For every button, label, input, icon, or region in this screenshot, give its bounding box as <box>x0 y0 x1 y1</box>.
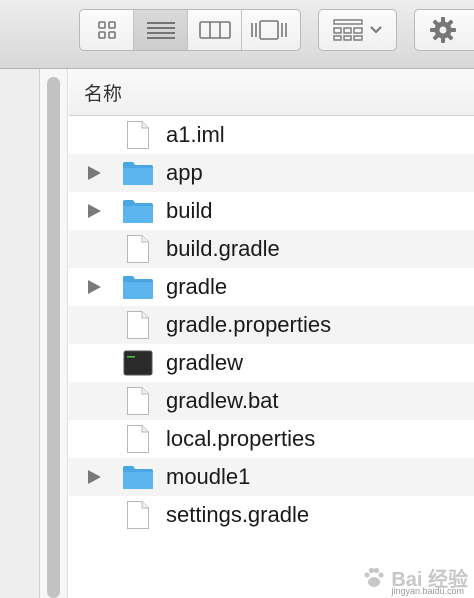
file-name: build <box>166 198 213 223</box>
grid-icon <box>97 21 116 39</box>
file-row[interactable]: moudle1 <box>69 458 474 496</box>
icon-view-button[interactable] <box>80 10 134 50</box>
file-name: settings.gradle <box>166 502 310 527</box>
file-row[interactable]: gradlew <box>69 344 474 382</box>
folder-icon <box>122 195 154 227</box>
list-view-button[interactable] <box>134 10 188 50</box>
coverflow-view-button[interactable] <box>242 10 296 50</box>
file-name: app <box>166 160 203 185</box>
column-header-label: 名称 <box>84 83 123 105</box>
file-row[interactable]: a1.iml <box>69 116 474 154</box>
document-icon <box>122 119 154 151</box>
document-icon <box>122 385 154 417</box>
chevron-down-icon <box>369 26 382 34</box>
folder-icon <box>122 271 154 303</box>
file-name: local.properties <box>166 426 316 451</box>
gear-icon <box>430 17 456 43</box>
column-header-name[interactable]: 名称 <box>69 69 474 116</box>
file-name: moudle1 <box>166 464 251 489</box>
file-name: gradle <box>166 274 228 299</box>
file-name: a1.iml <box>166 122 225 147</box>
action-button[interactable] <box>414 9 474 51</box>
file-name: gradlew <box>166 350 244 375</box>
sidebar-scrollbar[interactable] <box>40 69 68 598</box>
column-view-button[interactable] <box>188 10 242 50</box>
file-rows: a1.iml app build build.gradle gradle gradle.p… <box>69 116 474 534</box>
sidebar <box>0 69 40 598</box>
finder-window: 名称 a1.iml app build build.gradle gradle gradl… <box>0 0 474 598</box>
disclosure-triangle-icon[interactable] <box>88 166 101 180</box>
folder-icon <box>122 461 154 493</box>
folder-icon <box>122 157 154 189</box>
file-row[interactable]: settings.gradle <box>69 496 474 534</box>
file-row[interactable]: gradle <box>69 268 474 306</box>
disclosure-triangle-icon[interactable] <box>88 204 101 218</box>
document-icon <box>122 233 154 265</box>
view-mode-segmented-control <box>79 9 301 51</box>
file-name: build.gradle <box>166 236 280 261</box>
document-icon <box>122 309 154 341</box>
file-row[interactable]: local.properties <box>69 420 474 458</box>
toolbar <box>0 0 474 69</box>
file-row[interactable]: build <box>69 192 474 230</box>
file-name: gradlew.bat <box>166 388 279 413</box>
arrange-button[interactable] <box>318 9 397 51</box>
columns-icon <box>198 21 231 39</box>
list-icon <box>146 22 175 39</box>
file-row[interactable]: gradle.properties <box>69 306 474 344</box>
terminal-icon <box>122 347 154 379</box>
document-icon <box>122 423 154 455</box>
disclosure-triangle-icon[interactable] <box>88 470 101 484</box>
disclosure-triangle-icon[interactable] <box>88 280 101 294</box>
file-row[interactable]: build.gradle <box>69 230 474 268</box>
scrollbar-thumb[interactable] <box>47 77 60 598</box>
paw-icon <box>364 567 384 587</box>
file-list: 名称 a1.iml app build build.gradle gradle gradl… <box>69 69 474 598</box>
file-row[interactable]: app <box>69 154 474 192</box>
arrange-icon <box>332 19 363 41</box>
coverflow-icon <box>251 20 287 40</box>
watermark-url: jingyan.baidu.com <box>391 586 464 596</box>
file-name: gradle.properties <box>166 312 332 337</box>
file-row[interactable]: gradlew.bat <box>69 382 474 420</box>
document-icon <box>122 499 154 531</box>
